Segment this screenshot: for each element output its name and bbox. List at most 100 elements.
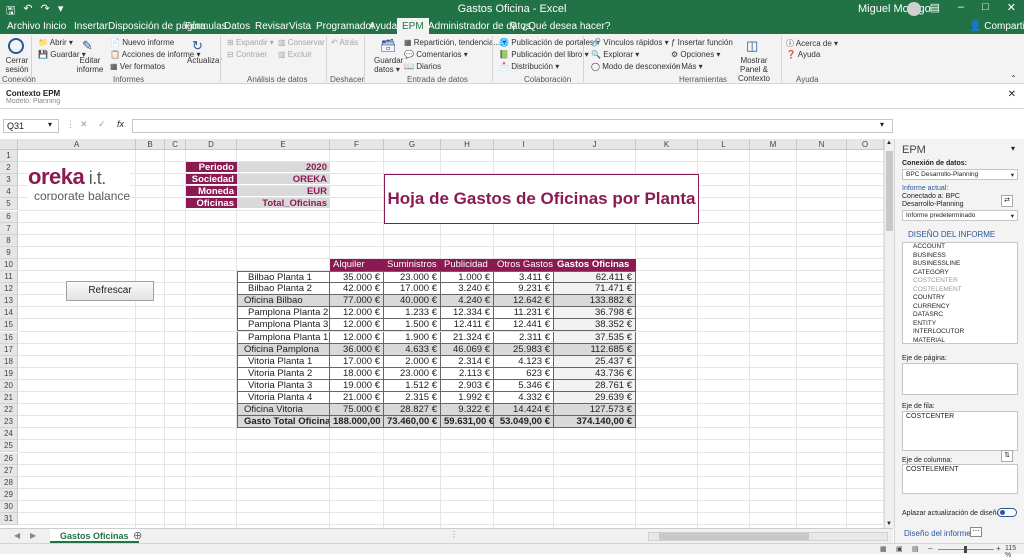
report-cell[interactable]: 12.441 €: [494, 319, 554, 332]
row-header[interactable]: 7: [0, 222, 18, 235]
report-cell[interactable]: 1.000 €: [441, 271, 494, 284]
vertical-scrollbar[interactable]: ▲ ▼: [884, 139, 894, 528]
ribbon-options-icon[interactable]: ▤: [930, 1, 940, 14]
column-header[interactable]: L: [698, 139, 750, 150]
row-header[interactable]: 8: [0, 234, 18, 247]
row-header[interactable]: 17: [0, 343, 18, 356]
report-cell[interactable]: 46.069 €: [441, 343, 494, 356]
eje-columna-value[interactable]: COSTELEMENT: [906, 466, 959, 473]
zoom-thumb[interactable]: [964, 546, 967, 553]
acerca-button[interactable]: ⓘ Acerca de ▾: [786, 38, 838, 49]
scroll-up-icon[interactable]: ▲: [886, 140, 892, 146]
report-cell[interactable]: 9.322 €: [441, 404, 494, 417]
ver-formatos-button[interactable]: ▦ Ver formatos: [110, 62, 165, 71]
dimension-item[interactable]: CATEGORY: [903, 269, 1017, 278]
dimension-item[interactable]: DATASRC: [903, 311, 1017, 320]
report-cell[interactable]: 21.324 €: [441, 331, 494, 344]
report-cell[interactable]: 4.123 €: [494, 355, 554, 368]
report-cell[interactable]: 19.000 €: [330, 379, 384, 392]
fx-icon[interactable]: fx: [117, 119, 124, 129]
row-header[interactable]: 4: [0, 186, 18, 199]
report-cell[interactable]: 5.346 €: [494, 379, 554, 392]
context-value[interactable]: 2020: [237, 162, 330, 174]
report-cell[interactable]: 1.233 €: [384, 307, 441, 320]
row-header[interactable]: 28: [0, 476, 18, 489]
tab-formulas[interactable]: Fórmulas: [185, 21, 227, 32]
report-cell[interactable]: 17.000 €: [384, 283, 441, 296]
next-sheet-icon[interactable]: ▶: [30, 531, 36, 540]
report-cell[interactable]: 12.642 €: [494, 295, 554, 308]
row-header[interactable]: 3: [0, 174, 18, 187]
tab-epm[interactable]: EPM: [397, 18, 429, 34]
report-row-label[interactable]: Vitoria Planta 1: [237, 355, 330, 368]
diseno-link[interactable]: Diseño del informe: [904, 529, 971, 538]
row-header[interactable]: 12: [0, 283, 18, 296]
report-cell[interactable]: 35.000 €: [330, 271, 384, 284]
report-cell[interactable]: 77.000 €: [330, 295, 384, 308]
tab-insertar[interactable]: Insertar: [74, 21, 108, 32]
tell-me-input[interactable]: ¿Qué desea hacer?: [522, 21, 610, 32]
dimension-item[interactable]: BUSINESS: [903, 252, 1017, 261]
report-cell[interactable]: 75.000 €: [330, 404, 384, 417]
nuevo-informe-button[interactable]: 📄 Nuevo informe: [110, 38, 174, 47]
distribucion-button[interactable]: 📩 Distribución ▾: [499, 62, 559, 71]
report-cell[interactable]: 38.352 €: [554, 319, 636, 332]
add-sheet-icon[interactable]: ⊕: [133, 529, 142, 542]
context-value[interactable]: EUR: [237, 186, 330, 198]
formula-input[interactable]: [132, 119, 893, 133]
ayuda-button[interactable]: ❓ Ayuda: [786, 50, 820, 59]
row-header[interactable]: 24: [0, 428, 18, 441]
cancel-icon[interactable]: ✕: [80, 119, 88, 130]
column-header[interactable]: F: [330, 139, 384, 150]
worksheet-grid[interactable]: A B C D E F G H I J K L M N O 1 2 3 4 5 6 7 8 9 10 11 12 13 14 15 16 17…: [0, 139, 884, 528]
row-header[interactable]: 2: [0, 162, 18, 175]
report-row-label[interactable]: Bilbao Planta 2: [237, 283, 330, 296]
eje-columna-box[interactable]: COSTELEMENT: [902, 464, 1018, 494]
row-header[interactable]: 18: [0, 355, 18, 368]
report-cell[interactable]: 4.240 €: [441, 295, 494, 308]
dimension-item[interactable]: COSTELEMENT: [903, 286, 1017, 295]
report-row-label[interactable]: Vitoria Planta 4: [237, 392, 330, 405]
contraer-button[interactable]: ⊟ Contraer: [227, 50, 267, 59]
row-header[interactable]: 11: [0, 271, 18, 284]
row-header[interactable]: 1: [0, 150, 18, 163]
conservar-button[interactable]: ▥ Conservar: [278, 38, 325, 47]
column-header[interactable]: O: [847, 139, 884, 150]
scroll-thumb[interactable]: [886, 151, 893, 231]
dimension-item[interactable]: CURRENCY: [903, 303, 1017, 312]
report-cell[interactable]: 133.882 €: [554, 295, 636, 308]
report-row-label[interactable]: Bilbao Planta 1: [237, 271, 330, 284]
report-cell[interactable]: 23.000 €: [384, 367, 441, 380]
column-header[interactable]: C: [165, 139, 186, 150]
column-header[interactable]: N: [797, 139, 847, 150]
report-cell[interactable]: 3.411 €: [494, 271, 554, 284]
column-header[interactable]: M: [750, 139, 797, 150]
dimension-item[interactable]: BUSINESSLINE: [903, 260, 1017, 269]
maximize-icon[interactable]: □: [982, 1, 989, 14]
conexion-dropdown[interactable]: BPC Desarrollo-Planning ▾: [902, 169, 1018, 180]
explorar-button[interactable]: 🔍 Explorar ▾: [591, 50, 639, 59]
scroll-down-icon[interactable]: ▼: [886, 521, 892, 527]
refresh-button[interactable]: Refrescar: [66, 281, 154, 301]
dimension-item[interactable]: COUNTRY: [903, 294, 1017, 303]
report-cell[interactable]: 12.411 €: [441, 319, 494, 332]
dimension-item[interactable]: ACCOUNT: [903, 243, 1017, 252]
report-cell[interactable]: 71.471 €: [554, 283, 636, 296]
report-row-label[interactable]: Pamplona Planta 1: [237, 331, 330, 344]
report-cell[interactable]: 2.903 €: [441, 379, 494, 392]
report-cell[interactable]: 12.000 €: [330, 319, 384, 332]
sheet-tab-gastos-oficinas[interactable]: Gastos Oficinas: [50, 529, 139, 543]
informe-dropdown[interactable]: Informe predeterminado ▾: [902, 210, 1018, 221]
report-row-label[interactable]: Oficina Vitoria: [237, 404, 330, 417]
column-header[interactable]: B: [136, 139, 165, 150]
h-scroll-thumb[interactable]: [659, 533, 809, 540]
mostrar-panel-button[interactable]: Mostrar Panel & Contexto: [730, 56, 778, 83]
report-row-label[interactable]: Pamplona Planta 3: [237, 319, 330, 332]
column-header[interactable]: J: [554, 139, 636, 150]
row-header[interactable]: 23: [0, 416, 18, 429]
report-cell[interactable]: 112.685 €: [554, 343, 636, 356]
context-value[interactable]: Total_Oficinas: [237, 198, 330, 210]
tab-revisar[interactable]: Revisar: [255, 21, 289, 32]
dimension-item[interactable]: ENTITY: [903, 320, 1017, 329]
mas-button[interactable]: ⋯ Más ▾: [671, 62, 703, 71]
